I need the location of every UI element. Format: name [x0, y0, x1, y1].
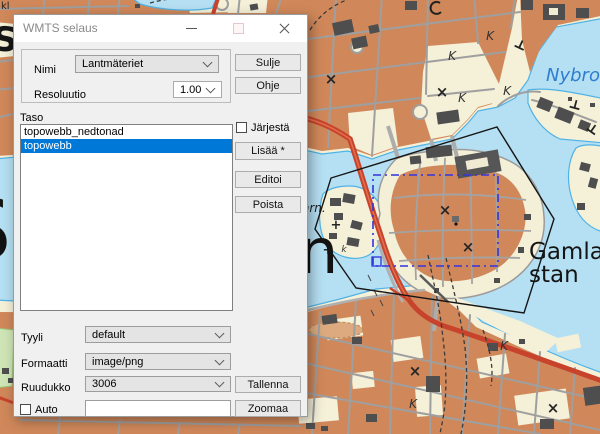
list-item-selected[interactable]: topowebb: [21, 139, 232, 153]
formaatti-label: Formaatti: [21, 358, 67, 370]
formaatti-combobox[interactable]: image/png: [85, 353, 231, 370]
list-item[interactable]: topowebb_nedtonad: [21, 125, 232, 139]
poista-button[interactable]: Poista: [235, 196, 301, 213]
svg-text:×: ×: [409, 362, 422, 380]
screen: × × × × × × + + K K K K K K k Nybro Gaml…: [0, 0, 600, 434]
nimi-value: Lantmäteriet: [82, 58, 143, 70]
dialog-titlebar[interactable]: WMTS selaus: [14, 15, 307, 42]
close-button[interactable]: [264, 15, 304, 42]
jarjesta-label: Järjestä: [251, 122, 290, 134]
auto-checkbox[interactable]: [20, 404, 31, 415]
maximize-icon: [233, 23, 244, 34]
svg-text:K: K: [503, 84, 512, 98]
ruudukko-label: Ruudukko: [21, 382, 71, 394]
ruudukko-combobox[interactable]: 3006: [85, 376, 231, 392]
auto-label: Auto: [35, 404, 58, 416]
svg-text:K: K: [458, 91, 467, 105]
jarjesta-checkbox[interactable]: [236, 122, 247, 133]
svg-text:×: ×: [462, 238, 475, 256]
label-kl-top: kl: [1, 1, 10, 12]
wmts-dialog: WMTS selaus Nimi Lantmäteriet Resoluutio…: [13, 14, 308, 417]
editoi-button[interactable]: Editoi: [235, 171, 301, 188]
chevron-down-icon: [215, 328, 225, 338]
taso-listbox[interactable]: topowebb_nedtonad topowebb: [20, 124, 233, 311]
chevron-down-icon: [203, 58, 213, 68]
ruudukko-value: 3006: [92, 378, 116, 390]
svg-text:K: K: [448, 49, 457, 63]
nimi-combobox[interactable]: Lantmäteriet: [75, 55, 219, 73]
close-icon: [278, 22, 291, 35]
svg-text:×: ×: [439, 201, 452, 219]
formaatti-value: image/png: [92, 356, 143, 368]
svg-text:×: ×: [325, 70, 338, 88]
resoluutio-combobox[interactable]: 1.00: [173, 81, 222, 98]
label-big-s-water: S: [0, 181, 11, 279]
lisaa-button[interactable]: Lisää *: [235, 142, 301, 160]
maximize-button[interactable]: [218, 15, 258, 42]
svg-text:k: k: [341, 245, 347, 255]
tallenna-button[interactable]: Tallenna: [235, 376, 301, 393]
auto-input[interactable]: [85, 400, 231, 417]
nimi-label: Nimi: [34, 64, 56, 76]
zoomaa-button[interactable]: Zoomaa: [235, 400, 301, 417]
svg-text:×: ×: [547, 399, 560, 417]
tyyli-combobox[interactable]: default: [85, 326, 231, 343]
sulje-button[interactable]: Sulje: [235, 54, 301, 71]
label-nybroviken: Nybro: [546, 65, 600, 86]
minimize-button[interactable]: [171, 15, 211, 42]
chevron-down-icon: [215, 355, 225, 365]
taso-label: Taso: [20, 112, 43, 124]
dialog-title: WMTS selaus: [23, 15, 98, 42]
svg-text:K: K: [486, 29, 495, 43]
tyyli-value: default: [92, 329, 125, 341]
chevron-down-icon: [206, 83, 216, 93]
resoluutio-label: Resoluutio: [34, 89, 86, 101]
resoluutio-value: 1.00: [180, 84, 201, 96]
ohje-button[interactable]: Ohje: [235, 77, 301, 94]
minimize-icon: [186, 28, 197, 29]
chevron-down-icon: [215, 378, 225, 388]
svg-text:K: K: [409, 397, 418, 411]
svg-text:K: K: [500, 339, 509, 353]
svg-text:×: ×: [436, 83, 449, 101]
tyyli-label: Tyyli: [21, 332, 43, 344]
